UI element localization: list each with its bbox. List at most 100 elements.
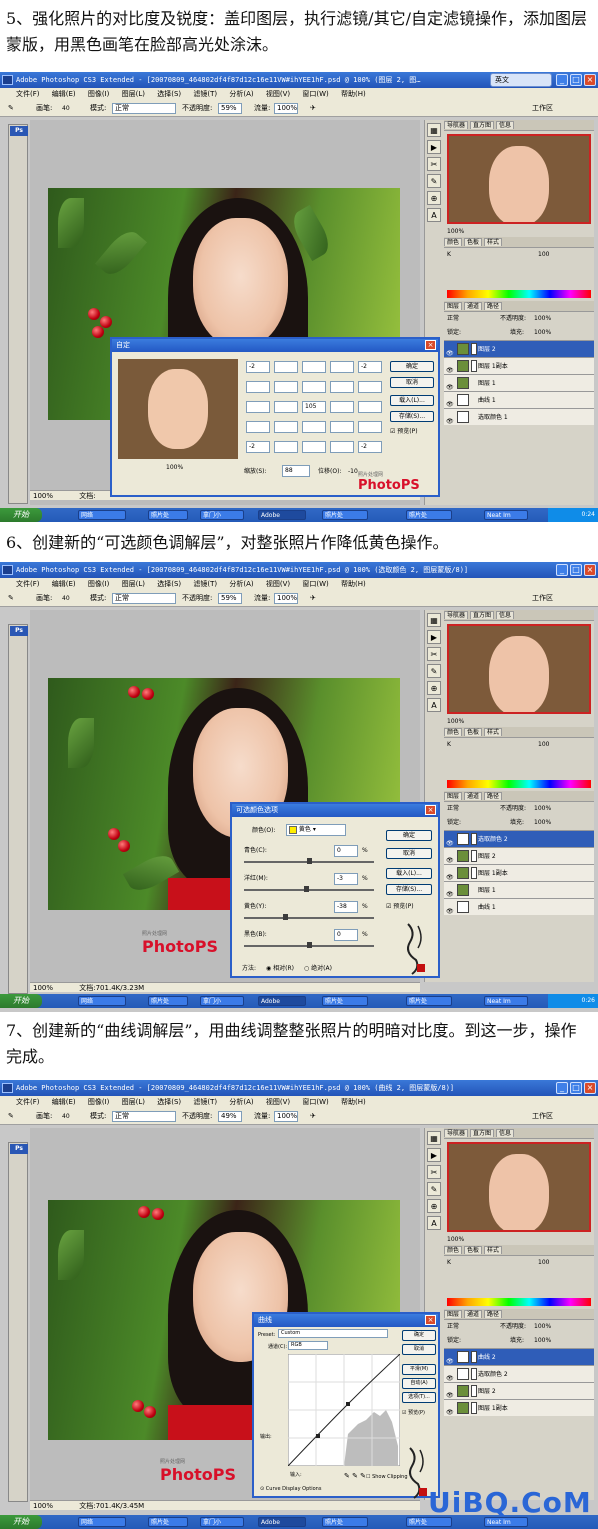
eye-icon[interactable]: 👁	[446, 869, 454, 881]
smooth-button[interactable]: 平滑(M)	[402, 1364, 436, 1375]
tab-info[interactable]: 信息	[496, 611, 515, 619]
eye-icon[interactable]: 👁	[446, 379, 454, 391]
color-spectrum[interactable]	[447, 780, 591, 788]
menu-layer[interactable]: 图层(L)	[122, 580, 145, 588]
menu-file[interactable]: 文件(F)	[16, 90, 40, 98]
brush-size[interactable]: 40	[62, 1108, 70, 1125]
menu-window[interactable]: 窗口(W)	[302, 580, 328, 588]
preset-select[interactable]: Custom	[278, 1329, 388, 1338]
channel-value-input[interactable]: 0	[334, 845, 358, 857]
task-item[interactable]: 照片处	[322, 510, 368, 520]
color-select[interactable]: 黄色 ▾	[286, 824, 346, 836]
dialog-close-button[interactable]: ×	[425, 805, 436, 815]
curves-graph[interactable]	[288, 1354, 400, 1466]
ok-button[interactable]: 确定	[402, 1330, 436, 1341]
layer-opacity[interactable]: 100%	[534, 1320, 551, 1334]
task-item[interactable]: 拿门小	[200, 510, 244, 520]
airbrush-icon[interactable]: ✈	[310, 1108, 316, 1125]
tools-presets-icon[interactable]: ✂	[427, 157, 441, 171]
tab-histogram[interactable]: 直方图	[470, 1129, 495, 1137]
channel-slider[interactable]	[244, 886, 374, 892]
slider-knob[interactable]	[307, 942, 312, 948]
tab-channels[interactable]: 通道	[464, 1310, 483, 1318]
color-spectrum[interactable]	[447, 290, 591, 298]
task-item[interactable]: 照片处	[322, 996, 368, 1006]
opacity-input[interactable]: 59%	[218, 593, 242, 604]
task-item[interactable]: 照片处	[148, 1517, 188, 1527]
workspace-label[interactable]: 工作区	[532, 1108, 553, 1125]
color-k-row[interactable]: K 100	[444, 248, 594, 262]
ime-toolbar[interactable]: 英文	[490, 73, 552, 87]
mode-select[interactable]: 正常	[112, 103, 176, 114]
tab-swatches[interactable]: 色板	[464, 238, 483, 246]
show-clipping-checkbox[interactable]: ☐ Show Clipping	[366, 1472, 408, 1482]
eye-icon[interactable]: 👁	[446, 835, 454, 847]
actions-icon[interactable]: ▶	[427, 630, 441, 644]
eye-icon[interactable]: 👁	[446, 852, 454, 864]
matrix-cell[interactable]	[274, 381, 298, 393]
flow-input[interactable]: 100%	[274, 593, 298, 604]
tab-histogram[interactable]: 直方图	[470, 121, 495, 129]
menu-image[interactable]: 图像(I)	[88, 580, 110, 588]
tab-navigator[interactable]: 导航器	[444, 121, 469, 129]
matrix-cell[interactable]	[330, 401, 354, 413]
menu-layer[interactable]: 图层(L)	[122, 90, 145, 98]
close-button[interactable]: ×	[584, 74, 596, 86]
maximize-button[interactable]: □	[570, 74, 582, 86]
matrix-cell[interactable]	[302, 381, 326, 393]
flow-input[interactable]: 100%	[274, 1111, 298, 1122]
tab-paths[interactable]: 路径	[484, 1310, 503, 1318]
start-button[interactable]: 开始	[0, 994, 42, 1008]
menu-file[interactable]: 文件(F)	[16, 580, 40, 588]
tab-channels[interactable]: 通道	[464, 302, 483, 310]
tab-paths[interactable]: 路径	[484, 792, 503, 800]
tab-color[interactable]: 颜色	[444, 1246, 463, 1254]
save-button[interactable]: 存储(S)...	[386, 884, 432, 895]
tab-color[interactable]: 颜色	[444, 728, 463, 736]
task-item[interactable]: 拿门小	[200, 996, 244, 1006]
layer-row[interactable]: 👁 图层 1副本	[444, 357, 594, 374]
matrix-cell[interactable]: -2	[246, 441, 270, 453]
matrix-cell[interactable]	[274, 421, 298, 433]
navigator-zoom[interactable]: 100%	[444, 227, 594, 237]
eye-icon[interactable]: 👁	[446, 396, 454, 408]
tab-styles[interactable]: 样式	[484, 728, 503, 736]
eye-icon[interactable]: 👁	[446, 413, 454, 425]
eye-icon[interactable]: 👁	[446, 345, 454, 357]
task-item[interactable]: 拿门小	[200, 1517, 244, 1527]
blend-mode[interactable]: 正常	[447, 315, 459, 322]
tab-color[interactable]: 颜色	[444, 238, 463, 246]
channel-value-input[interactable]: -38	[334, 901, 358, 913]
brush-size[interactable]: 40	[62, 590, 70, 607]
menu-image[interactable]: 图像(I)	[88, 90, 110, 98]
opacity-input[interactable]: 59%	[218, 103, 242, 114]
workspace-label[interactable]: 工作区	[532, 100, 553, 117]
color-spectrum[interactable]	[447, 1298, 591, 1306]
layer-row[interactable]: 👁 曲线 1	[444, 898, 594, 915]
eye-icon[interactable]: 👁	[446, 362, 454, 374]
minimize-button[interactable]: _	[556, 1082, 568, 1094]
matrix-cell[interactable]	[302, 441, 326, 453]
history-icon[interactable]: ▦	[427, 613, 441, 627]
navigator-thumbnail[interactable]	[447, 134, 591, 224]
matrix-cell[interactable]	[330, 441, 354, 453]
opacity-input[interactable]: 49%	[218, 1111, 242, 1122]
tools-presets-icon[interactable]: ✂	[427, 647, 441, 661]
eye-icon[interactable]: 👁	[446, 1404, 454, 1416]
task-item[interactable]: 照片处	[148, 510, 188, 520]
brushes-icon[interactable]: ✎	[427, 174, 441, 188]
eye-icon[interactable]: 👁	[446, 903, 454, 915]
load-button[interactable]: 载入(L)...	[386, 868, 432, 879]
matrix-cell[interactable]	[274, 401, 298, 413]
character-icon[interactable]: A	[427, 1216, 441, 1230]
layer-row[interactable]: 👁 图层 1	[444, 374, 594, 391]
layer-fill[interactable]: 100%	[534, 326, 551, 340]
cancel-button[interactable]: 取消	[390, 377, 434, 388]
tab-styles[interactable]: 样式	[484, 238, 503, 246]
matrix-cell[interactable]	[302, 421, 326, 433]
menu-filter[interactable]: 滤镜(T)	[193, 90, 217, 98]
task-item[interactable]: 照片处	[322, 1517, 368, 1527]
eye-icon[interactable]: 👁	[446, 886, 454, 898]
menu-help[interactable]: 帮助(H)	[341, 1098, 366, 1106]
menu-select[interactable]: 选择(S)	[157, 90, 181, 98]
